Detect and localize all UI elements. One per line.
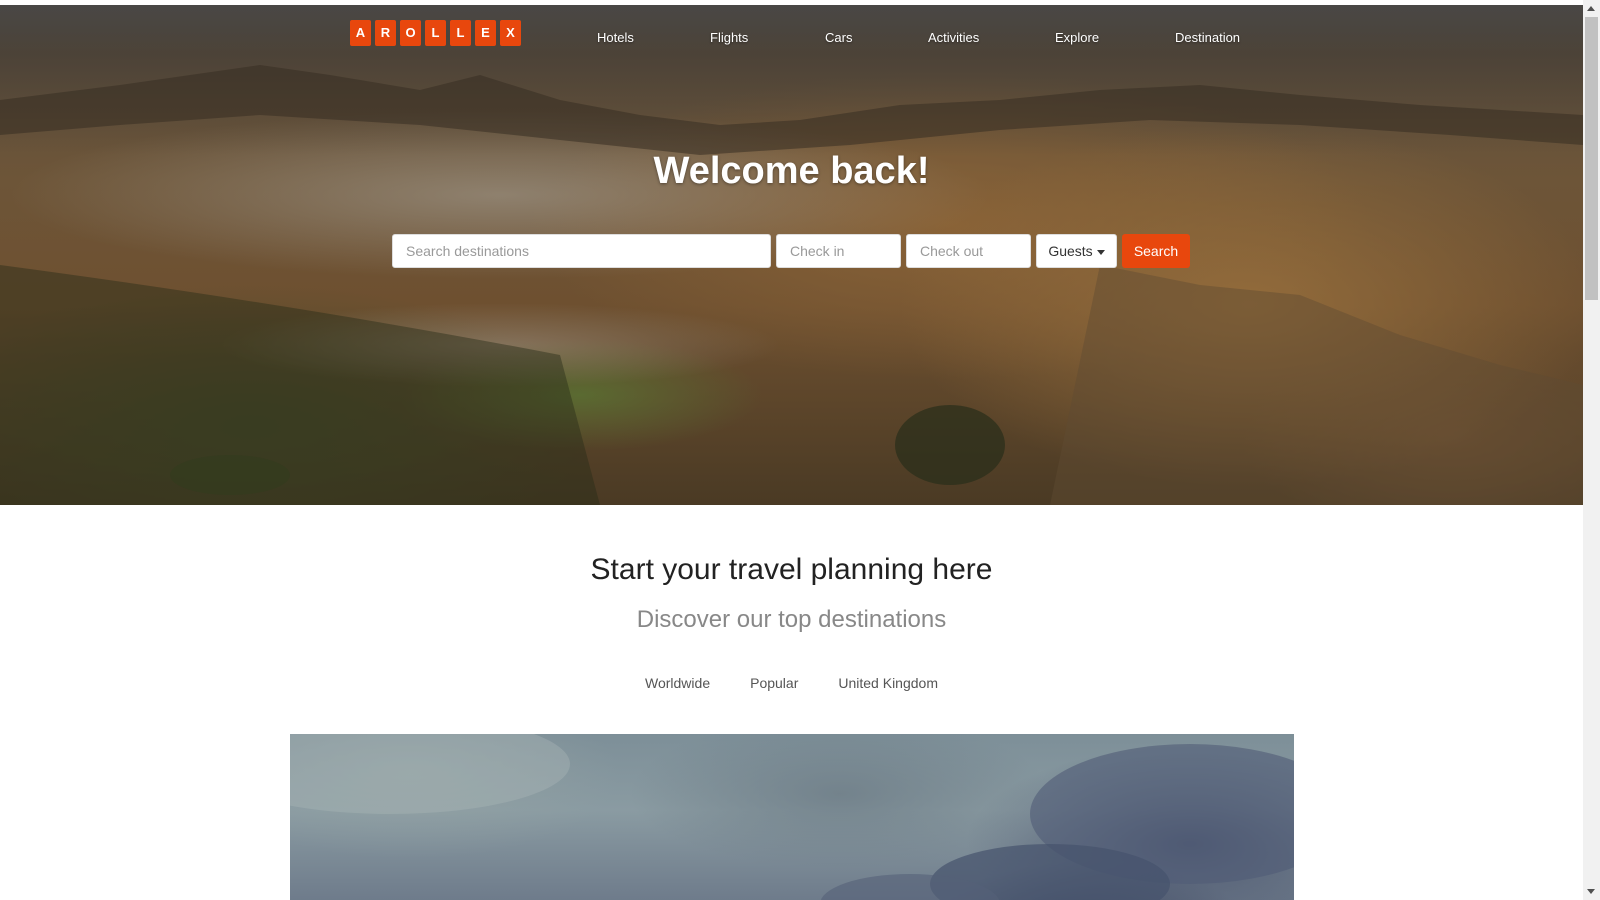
nav-hotels[interactable]: Hotels (597, 30, 634, 45)
tab-united-kingdom[interactable]: United Kingdom (838, 675, 938, 691)
nav-destination[interactable]: Destination (1175, 30, 1240, 45)
section-title: Start your travel planning here (590, 553, 993, 586)
nav-cars[interactable]: Cars (825, 30, 852, 45)
tab-popular[interactable]: Popular (750, 675, 798, 691)
destination-tabs: Worldwide Popular United Kingdom (0, 675, 1583, 691)
caret-down-icon (1096, 249, 1105, 255)
guests-dropdown[interactable]: Guests (1036, 234, 1117, 268)
search-form: Guests Search (392, 234, 1190, 268)
search-button[interactable]: Search (1122, 234, 1190, 268)
section-subtitle: Discover our top destinations (636, 606, 947, 633)
guests-label: Guests (1048, 243, 1093, 259)
nav-explore[interactable]: Explore (1055, 30, 1099, 45)
scrollbar-thumb[interactable] (1585, 17, 1598, 300)
hero-banner: A R O L L E X Hotels Flights Cars Activi… (0, 5, 1583, 505)
cloudy-sky-image (290, 734, 1294, 900)
hero-title: Welcome back! (653, 150, 930, 192)
check-out-field[interactable] (906, 234, 1031, 268)
check-in-field[interactable] (776, 234, 901, 268)
destination-search-input[interactable] (392, 234, 771, 268)
nav-flights[interactable]: Flights (710, 30, 748, 45)
scroll-down-arrow-icon[interactable] (1587, 889, 1595, 894)
tab-worldwide[interactable]: Worldwide (645, 675, 710, 691)
top-navigation: A R O L L E X Hotels Flights Cars Activi… (0, 5, 1583, 61)
page-scrollbar[interactable] (1583, 0, 1600, 900)
nav-activities[interactable]: Activities (928, 30, 979, 45)
destination-feature-image[interactable] (290, 734, 1294, 900)
scroll-up-arrow-icon[interactable] (1587, 6, 1595, 11)
